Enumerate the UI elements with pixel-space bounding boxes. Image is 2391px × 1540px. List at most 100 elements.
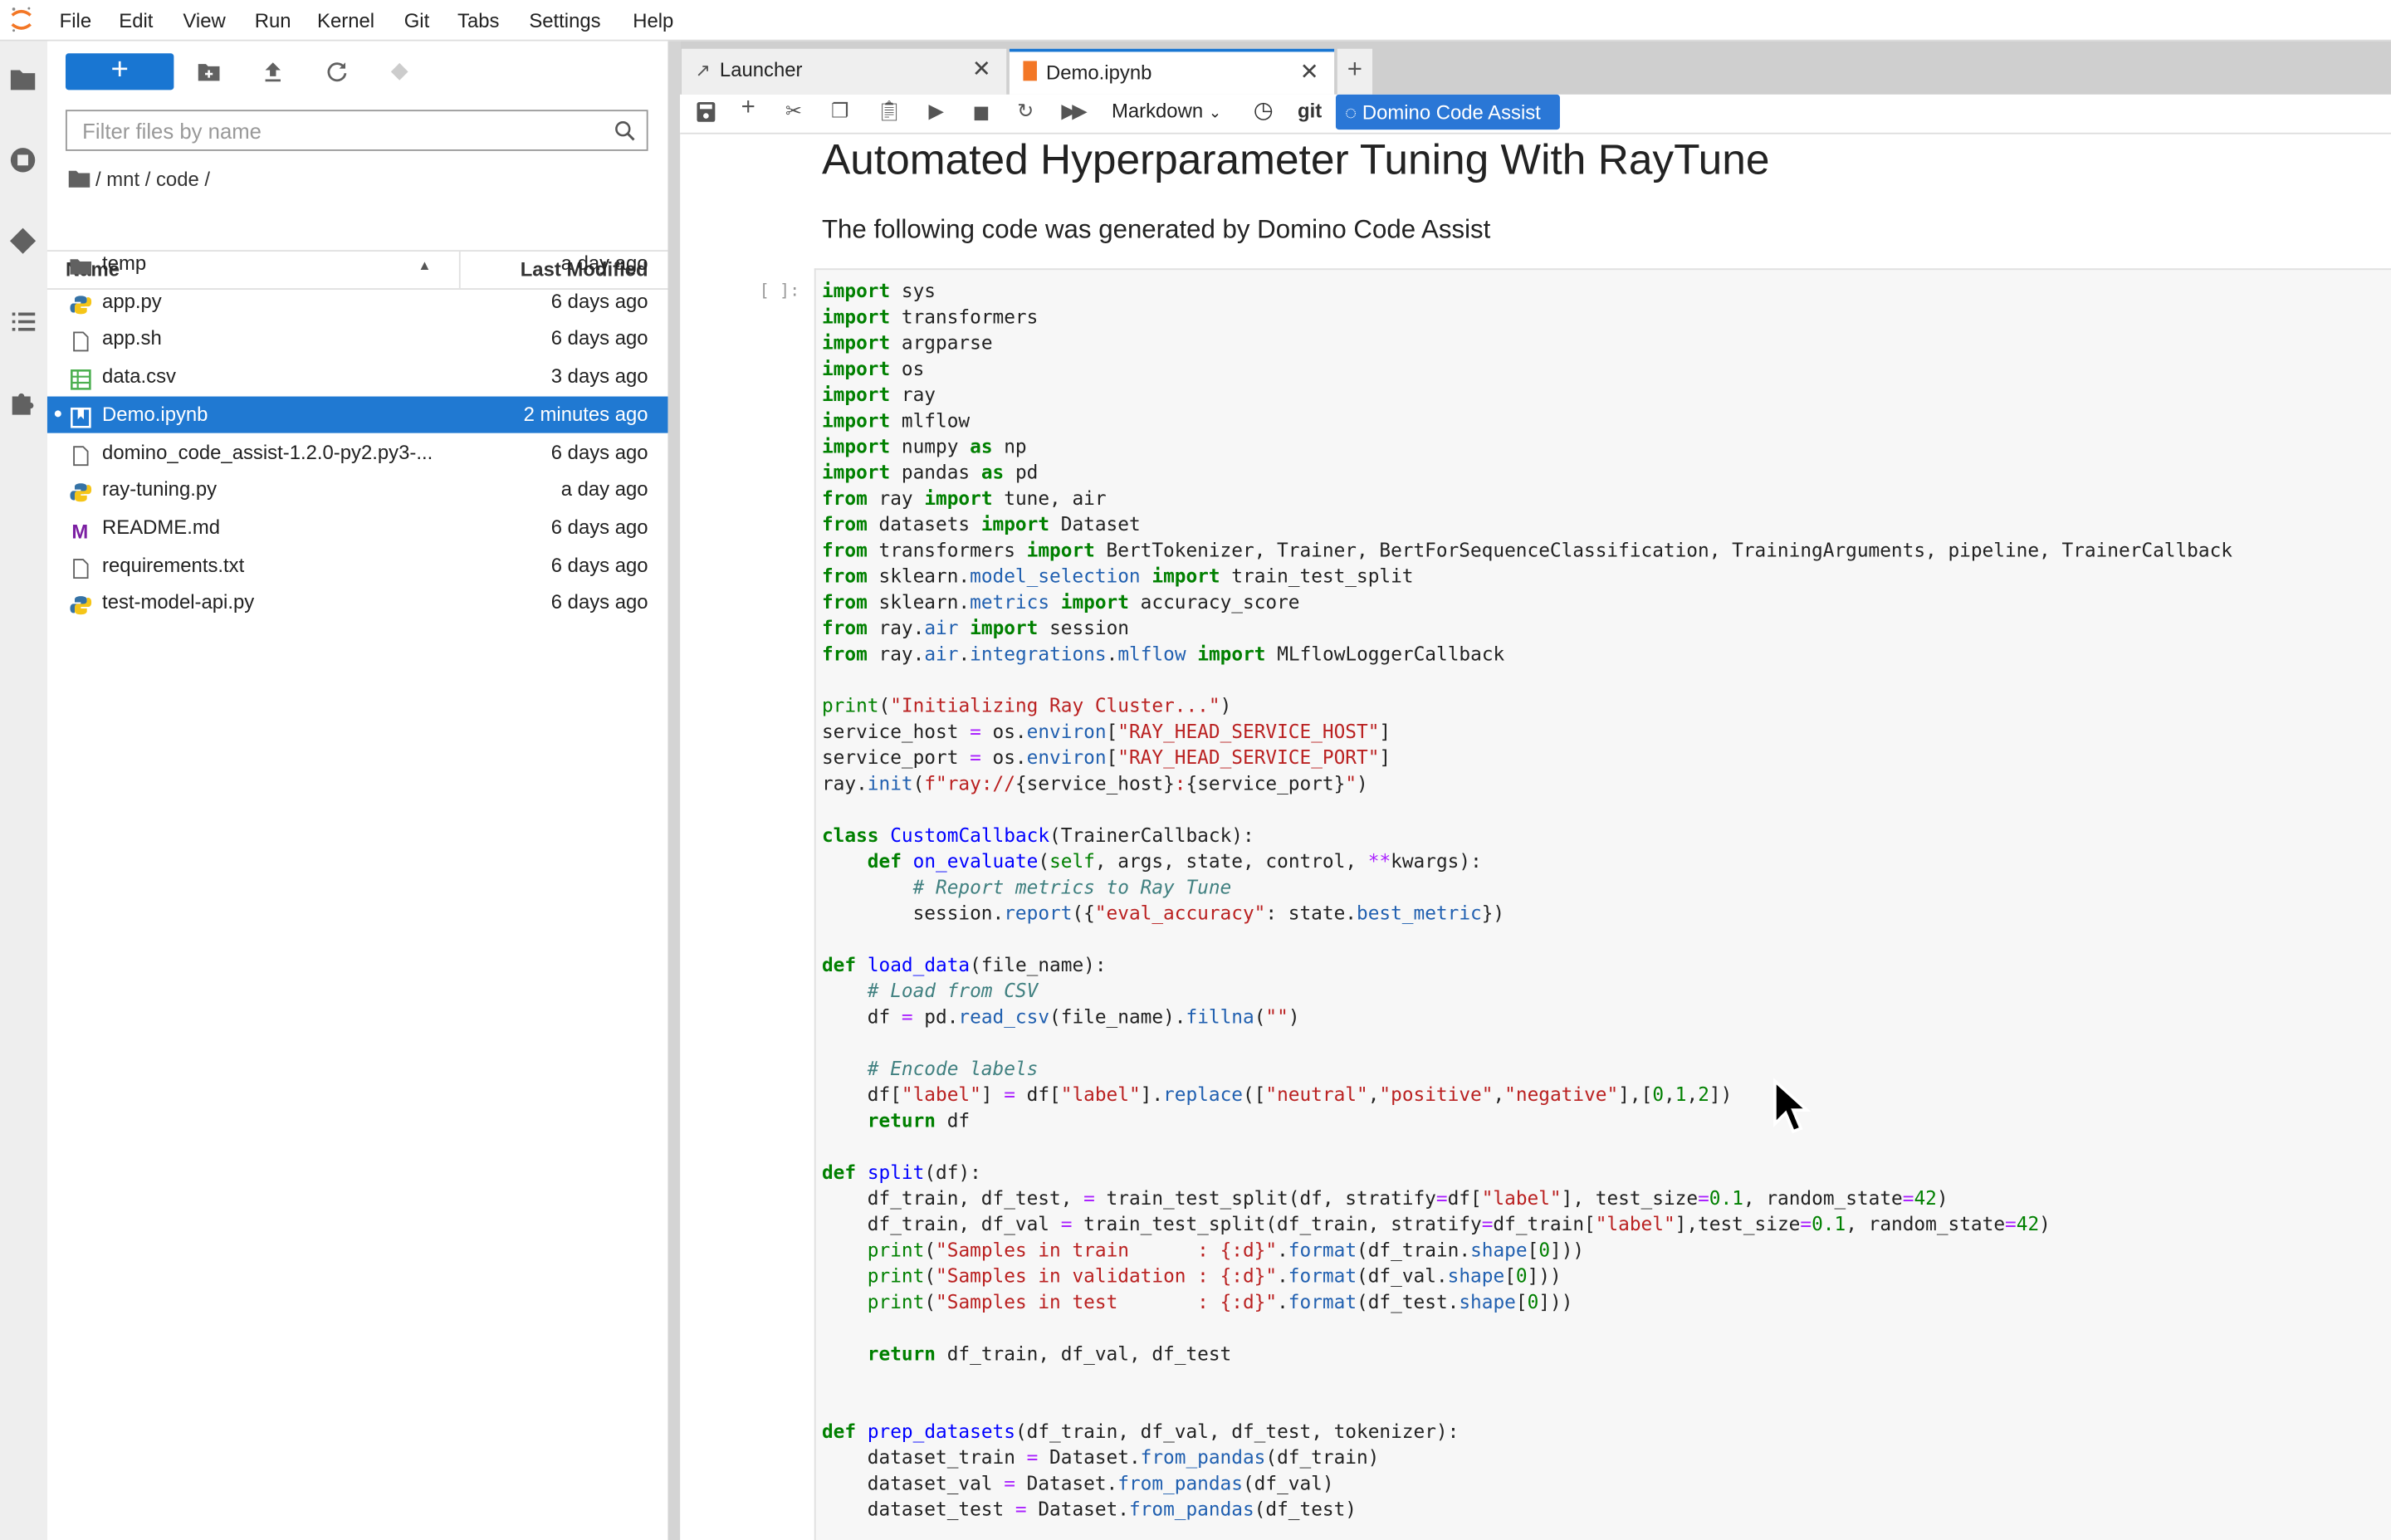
restart-run-all-icon[interactable]: ▶▶ <box>1061 99 1083 123</box>
code-line: service_port = os.environ["RAY_HEAD_SERV… <box>822 744 2232 770</box>
run-icon[interactable]: ▶ <box>929 99 944 123</box>
cell-type-select[interactable]: Markdown ⌄ <box>1112 99 1221 122</box>
restart-kernel-icon[interactable]: ↻ <box>1017 99 1034 123</box>
code-token: Dataset. <box>1038 1445 1140 1469</box>
code-token <box>822 1238 868 1261</box>
code-line: def load_data(file_name): <box>822 951 2232 977</box>
file-browser: + / mnt / code / Name ▲ Last Modified te… <box>47 42 668 1540</box>
git-icon[interactable] <box>7 226 38 257</box>
menu-kernel[interactable]: Kernel <box>317 9 374 32</box>
code-token: (TrainerCallback): <box>1049 824 1254 847</box>
code-token: . <box>1277 1290 1288 1313</box>
left-sidebar-strip <box>0 42 49 1540</box>
code-line <box>822 926 2232 951</box>
code-token: ) <box>1937 1186 1948 1210</box>
code-token: dataset_val <box>822 1471 1004 1494</box>
code-token: ) <box>2039 1212 2051 1235</box>
code-token: 42 <box>2017 1212 2039 1235</box>
folder-icon[interactable] <box>69 169 90 188</box>
close-icon[interactable]: ✕ <box>972 49 991 91</box>
code-token: = <box>1015 1498 1027 1521</box>
code-token: "Initializing Ray Cluster..." <box>890 694 1220 717</box>
code-token: [ <box>1528 1238 1539 1261</box>
domino-code-assist-button[interactable]: ◌ Domino Code Assist <box>1336 95 1560 130</box>
code-token: self <box>1049 849 1095 873</box>
menu-edit[interactable]: Edit <box>119 9 153 32</box>
code-token: format <box>1288 1264 1357 1288</box>
menu-help[interactable]: Help <box>633 9 673 32</box>
stop-icon[interactable] <box>975 107 989 121</box>
code-token: import <box>822 461 890 484</box>
file-row[interactable]: ●Demo.ipynb2 minutes ago <box>47 396 668 433</box>
code-token: df[ <box>1448 1186 1482 1210</box>
file-row[interactable]: test-model-api.py6 days ago <box>47 584 668 621</box>
file-row[interactable]: tempa day ago <box>47 246 668 282</box>
tab-label: Launcher <box>720 49 803 91</box>
git-button[interactable]: git <box>1298 99 1322 122</box>
new-launcher-button[interactable]: + <box>66 53 174 90</box>
menu-run[interactable]: Run <box>255 9 291 32</box>
file-row[interactable]: data.csv3 days ago <box>47 359 668 395</box>
code-token: (df_train, df_val, df_test, tokenizer): <box>1015 1420 1459 1443</box>
refresh-icon[interactable] <box>325 60 349 84</box>
code-editor[interactable]: import sysimport transformersimport argp… <box>822 277 2232 1522</box>
breadcrumb-path[interactable]: / mnt / code / <box>95 168 210 191</box>
save-icon[interactable] <box>697 102 715 122</box>
code-token: environ <box>1027 720 1107 743</box>
paste-icon[interactable]: 📋︎ <box>877 99 902 123</box>
code-token: . <box>1107 642 1118 665</box>
file-icon <box>70 555 91 576</box>
upload-icon[interactable] <box>261 60 285 84</box>
new-tab-button[interactable]: + <box>1337 49 1372 95</box>
code-token: from <box>822 590 868 614</box>
code-token: ])) <box>1550 1238 1584 1261</box>
code-token: ])) <box>1528 1264 1562 1288</box>
file-row[interactable]: requirements.txt6 days ago <box>47 547 668 584</box>
filter-files-input[interactable] <box>80 111 604 151</box>
code-token: ) <box>1357 771 1368 794</box>
notebook-title: Automated Hyperparameter Tuning With Ray… <box>822 135 1769 184</box>
code-token: 42 <box>1914 1186 1936 1210</box>
cut-icon[interactable]: ✂ <box>785 99 802 123</box>
copy-icon[interactable]: ❐ <box>831 99 848 123</box>
code-token: import <box>822 331 890 354</box>
code-line: service_host = os.environ["RAY_HEAD_SERV… <box>822 718 2232 744</box>
menu-view[interactable]: View <box>183 9 225 32</box>
menu-tabs[interactable]: Tabs <box>457 9 499 32</box>
code-token: # Load from CSV <box>868 979 1039 1002</box>
code-token: service_host <box>822 720 970 743</box>
file-name: app.sh <box>102 320 162 357</box>
extensions-icon[interactable] <box>7 388 38 418</box>
file-row[interactable]: ray-tuning.pya day ago <box>47 472 668 508</box>
table-of-contents-icon[interactable] <box>7 306 38 337</box>
code-token: ([ <box>1243 1083 1265 1106</box>
code-token: "RAY_HEAD_SERVICE_PORT" <box>1117 746 1379 769</box>
code-token: class <box>822 824 879 847</box>
running-kernels-icon[interactable] <box>7 144 38 175</box>
folder-icon[interactable] <box>7 64 38 95</box>
file-icon <box>70 329 91 350</box>
code-token <box>822 849 868 873</box>
file-row[interactable]: domino_code_assist-1.2.0-py2.py3-...6 da… <box>47 434 668 471</box>
file-row[interactable]: MREADME.md6 days ago <box>47 509 668 545</box>
code-line: from ray import tune, air <box>822 485 2232 511</box>
new-folder-icon[interactable] <box>197 60 221 84</box>
insert-cell-icon[interactable]: + <box>741 95 755 122</box>
close-icon[interactable]: ✕ <box>1300 51 1319 94</box>
panel-resize-handle[interactable] <box>667 42 680 1540</box>
code-token <box>822 1290 868 1313</box>
clock-icon[interactable]: ◷ <box>1254 96 1274 124</box>
menu-settings[interactable]: Settings <box>529 9 600 32</box>
code-token: df <box>822 1005 902 1028</box>
tab-demo-notebook[interactable]: Demo.ipynb ✕ <box>1010 49 1334 95</box>
code-line: def prep_datasets(df_train, df_val, df_t… <box>822 1418 2232 1444</box>
file-row[interactable]: app.sh6 days ago <box>47 320 668 357</box>
menu-git[interactable]: Git <box>404 9 430 32</box>
notebook-icon <box>70 403 91 425</box>
code-cell[interactable]: import sysimport transformersimport argp… <box>814 268 2391 1540</box>
tab-launcher[interactable]: ↗ Launcher ✕ <box>682 49 1006 95</box>
git-clone-icon[interactable] <box>388 60 412 84</box>
file-row[interactable]: app.py6 days ago <box>47 283 668 320</box>
code-token: format <box>1288 1238 1357 1261</box>
menu-file[interactable]: File <box>60 9 91 32</box>
